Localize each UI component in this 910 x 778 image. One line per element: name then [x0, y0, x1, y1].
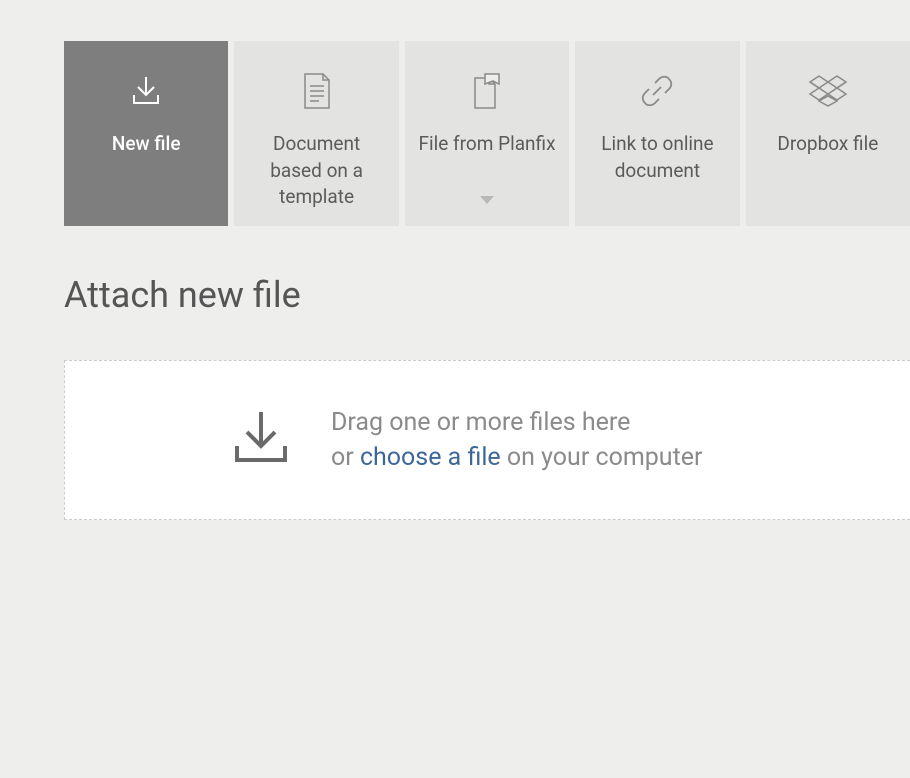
chevron-down-icon: [480, 189, 494, 208]
tab-label: Link to online document: [575, 131, 739, 184]
tab-label: New file: [100, 131, 193, 158]
tab-new-file[interactable]: New file: [64, 41, 228, 226]
tab-label: Dropbox file: [765, 131, 890, 158]
document-icon: [301, 67, 333, 115]
tab-document-template[interactable]: Document based on a template: [234, 41, 398, 226]
tab-label: Document based on a template: [234, 131, 398, 211]
dropzone-line1: Drag one or more files here: [331, 405, 703, 440]
dropbox-icon: [808, 67, 848, 115]
file-dropzone[interactable]: Drag one or more files here or choose a …: [64, 360, 910, 520]
tabs-container: New file Document based on a template Fi…: [0, 0, 910, 226]
download-icon: [128, 67, 164, 115]
tab-dropbox[interactable]: Dropbox file: [746, 41, 910, 226]
page-heading: Attach new file: [0, 226, 910, 316]
choose-file-link[interactable]: choose a file: [360, 443, 501, 472]
tab-label: File from Planfix: [407, 131, 568, 158]
file-flag-icon: [469, 67, 505, 115]
link-icon: [639, 67, 675, 115]
dropzone-text: Drag one or more files here or choose a …: [331, 405, 703, 475]
dropzone-line2: or choose a file on your computer: [331, 440, 703, 475]
tab-file-from-planfix[interactable]: File from Planfix: [405, 41, 569, 226]
download-large-icon: [229, 406, 293, 474]
tab-link-online[interactable]: Link to online document: [575, 41, 739, 226]
